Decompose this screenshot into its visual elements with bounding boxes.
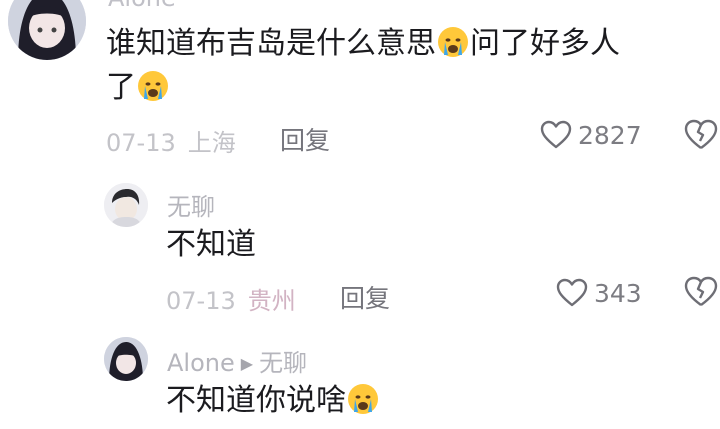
reply-to-user[interactable]: 无聊 [259, 349, 307, 377]
reply-button[interactable]: 回复 [340, 279, 390, 315]
reply-button[interactable]: 回复 [280, 121, 330, 157]
comment-date: 07-13 [166, 287, 236, 315]
comment-author[interactable]: 无聊 [167, 187, 215, 222]
comment-item-1: Alone 谁知道布吉岛是什么意思问了好多人 了 07-13 上海 回复 2827 [0, 0, 720, 160]
anime-avatar-icon [104, 337, 148, 381]
comment-meta: 07-13 上海 [106, 123, 236, 158]
reply-item-1: 无聊 不知道 07-13 贵州 回复 343 [0, 175, 720, 315]
comment-text-part: 谁知道布吉岛是什么意思 [106, 26, 436, 61]
comment-text: 不知道 [166, 227, 256, 262]
broken-heart-icon [684, 119, 718, 149]
like-button[interactable]: 343 [556, 278, 642, 308]
heart-outline-icon [540, 120, 572, 149]
comment-location: 贵州 [247, 287, 296, 315]
comment-text-part: 问了好多人 [470, 26, 620, 61]
comment-meta: 07-13 贵州 [166, 281, 296, 316]
user-avatar-icon [104, 183, 148, 227]
comment-author-line: Alone ▶ 无聊 [167, 343, 307, 378]
like-count: 2827 [578, 120, 642, 150]
crying-face-emoji-icon [136, 69, 170, 103]
reply-arrow-icon: ▶ [240, 354, 254, 373]
avatar[interactable] [8, 0, 86, 60]
broken-heart-icon [684, 276, 718, 306]
dislike-button[interactable] [684, 119, 718, 155]
dislike-button[interactable] [684, 276, 718, 312]
comment-text-part: 不知道你说啥 [166, 383, 346, 418]
heart-outline-icon [556, 278, 588, 307]
like-button[interactable]: 2827 [540, 120, 642, 150]
comment-text: 谁知道布吉岛是什么意思 问了好多人 了 [106, 22, 696, 110]
comment-author[interactable]: Alone [167, 349, 235, 377]
anime-avatar-icon [8, 0, 86, 60]
reply-item-2: Alone ▶ 无聊 不知道你说啥 [0, 335, 720, 418]
crying-face-emoji-icon [346, 382, 380, 416]
crying-face-emoji-icon [436, 25, 470, 59]
avatar[interactable] [104, 337, 148, 381]
avatar[interactable] [104, 183, 148, 227]
like-count: 343 [594, 278, 642, 308]
comment-date: 07-13 [106, 129, 176, 157]
comment-author[interactable]: Alone [108, 0, 176, 12]
comment-text-part: 了 [106, 70, 136, 105]
comment-location: 上海 [187, 129, 236, 157]
comment-text: 不知道你说啥 [166, 379, 380, 423]
